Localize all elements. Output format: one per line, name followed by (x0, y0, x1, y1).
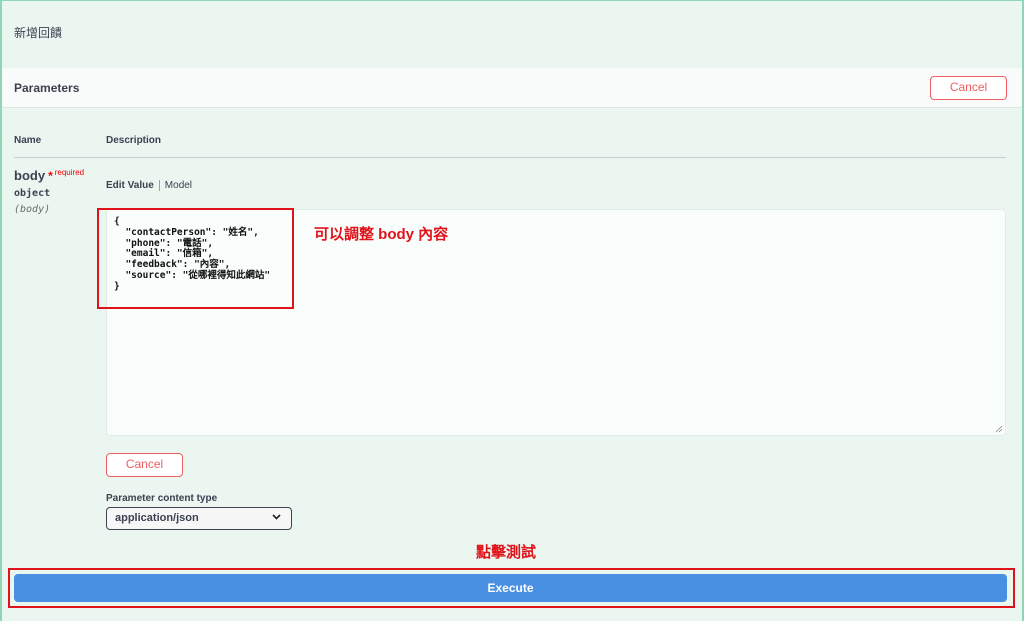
parameters-title: Parameters (14, 81, 80, 95)
required-star: * (48, 169, 53, 183)
param-name-label: body (14, 168, 46, 183)
param-type: object (14, 188, 51, 199)
resize-grip-icon[interactable] (995, 425, 1003, 433)
chevron-down-icon (272, 514, 281, 520)
edit-hint-annotation: 可以調整 body 內容 (314, 226, 449, 243)
cancel-button[interactable]: Cancel (106, 453, 183, 477)
tab-edit-value[interactable]: Edit Value (106, 180, 154, 191)
cancel-try-out-button[interactable]: Cancel (930, 76, 1007, 100)
frame-top-border (0, 0, 1024, 1)
tab-model[interactable]: Model (165, 180, 192, 191)
param-name: body * required (14, 168, 84, 183)
click-hint-annotation: 點擊測試 (476, 544, 537, 561)
operation-title: 新增回饋 (14, 26, 63, 40)
column-header-description: Description (106, 135, 162, 146)
column-divider (14, 157, 1006, 158)
required-label: required (54, 168, 85, 177)
content-type-select[interactable]: application/json (106, 507, 292, 530)
column-header-name: Name (14, 135, 42, 146)
editor-tabs: Edit Value Model (106, 180, 192, 191)
tab-separator (158, 180, 160, 191)
param-location: (body) (14, 204, 51, 215)
content-type-selected: application/json (115, 512, 199, 524)
content-type-label: Parameter content type (106, 493, 218, 504)
body-highlight-box (97, 208, 294, 309)
parameters-header: Parameters Cancel (2, 68, 1022, 108)
execute-button[interactable]: Execute (14, 574, 1007, 602)
